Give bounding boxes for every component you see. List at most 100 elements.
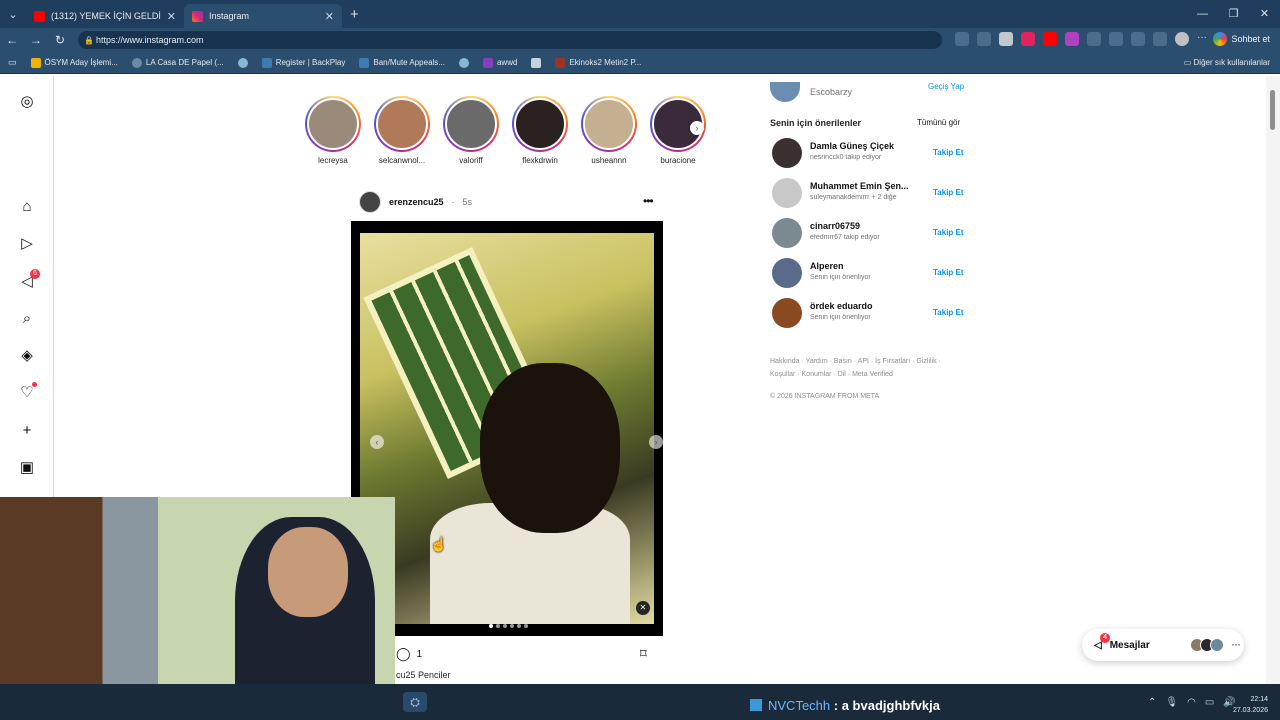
suggestion-name[interactable]: Damla Güneş Çiçek bbox=[810, 141, 920, 151]
microphone-icon[interactable]: 🎙 bbox=[1165, 697, 1178, 708]
current-profile[interactable]: Escobarzy bbox=[770, 82, 852, 102]
game-icon bbox=[555, 57, 566, 68]
collections-icon[interactable] bbox=[1153, 32, 1167, 46]
instagram-icon[interactable]: ◎ bbox=[18, 92, 36, 110]
chevron-up-icon[interactable]: ⌃ bbox=[1148, 697, 1156, 708]
bookmark-item[interactable]: Ban/Mute Appeals... bbox=[359, 57, 445, 68]
carousel-prev-button[interactable]: ‹ bbox=[370, 435, 384, 449]
suggestion-avatar[interactable] bbox=[772, 258, 802, 288]
extension-icon[interactable] bbox=[999, 32, 1013, 46]
lock-icon: 🔒 bbox=[84, 35, 94, 45]
post-caption: cu25 Penciler bbox=[396, 670, 451, 680]
home-icon[interactable]: ⌂ bbox=[18, 197, 36, 215]
favorites-icon[interactable] bbox=[1131, 32, 1145, 46]
story-item[interactable]: selcanwnol... bbox=[374, 96, 430, 165]
clock[interactable]: 22:14 27.03.2026 bbox=[1228, 694, 1268, 716]
suggestion-name[interactable]: ördek eduardo bbox=[810, 301, 920, 311]
suggestion-name[interactable]: cinarr06759 bbox=[810, 221, 920, 231]
suggestion-avatar[interactable] bbox=[772, 138, 802, 168]
photo-face bbox=[480, 363, 620, 533]
back-button[interactable]: ← bbox=[0, 33, 24, 47]
profile-avatar bbox=[770, 82, 800, 102]
dashboard-icon[interactable]: ▣ bbox=[18, 458, 36, 476]
bookmark-icon[interactable]: ⌑ bbox=[640, 646, 647, 662]
messages-button[interactable]: ◁ 4 Mesajlar ··· bbox=[1082, 629, 1244, 661]
bookmark-item[interactable] bbox=[531, 57, 542, 68]
post-time[interactable]: 5s bbox=[463, 197, 473, 207]
new-tab-button[interactable]: + bbox=[350, 6, 359, 23]
close-window-button[interactable]: ✕ bbox=[1249, 0, 1280, 28]
reels-icon[interactable]: ▷ bbox=[18, 234, 36, 252]
follow-button[interactable]: Takip Et bbox=[933, 308, 964, 317]
chat-label: Sohbet et bbox=[1231, 34, 1270, 44]
tab-label: Instagram bbox=[209, 11, 250, 21]
forward-button[interactable]: → bbox=[24, 33, 48, 47]
story-item[interactable]: lecreysa bbox=[305, 96, 361, 165]
extension-icon[interactable] bbox=[1021, 32, 1035, 46]
post-author-name[interactable]: erenzencu25 bbox=[389, 197, 444, 207]
bookmark-item[interactable]: ÖSYM Aday İşlemi... bbox=[30, 57, 118, 68]
carousel-next-button[interactable]: › bbox=[649, 435, 663, 449]
bookmark-item[interactable] bbox=[237, 57, 248, 68]
switch-account-link[interactable]: Geçiş Yap bbox=[928, 82, 964, 91]
stories-tray: lecreysa selcanwnol... valoriff flexkdrw… bbox=[305, 96, 706, 165]
tab-search-button[interactable]: ⌄ bbox=[0, 0, 26, 28]
stories-next-button[interactable]: › bbox=[690, 121, 704, 135]
close-icon[interactable]: ✕ bbox=[325, 10, 334, 23]
display-icon[interactable]: ▭ bbox=[1205, 697, 1214, 708]
follow-button[interactable]: Takip Et bbox=[933, 188, 964, 197]
extension-icon[interactable] bbox=[1109, 32, 1123, 46]
extension-icon[interactable] bbox=[1065, 32, 1079, 46]
other-bookmarks[interactable]: ▭ Diğer sık kullanılanlar bbox=[1184, 58, 1270, 67]
page-scrollbar[interactable] bbox=[1266, 76, 1280, 684]
footer-links-line[interactable]: Hakkında · Yardım · Basın · API · İş Fır… bbox=[770, 355, 970, 368]
bookmark-item[interactable]: awwd bbox=[482, 57, 517, 68]
copilot-chat-button[interactable]: Sohbet et bbox=[1213, 32, 1270, 46]
create-icon[interactable]: + bbox=[18, 421, 36, 439]
more-icon[interactable]: ··· bbox=[1197, 32, 1211, 46]
maximize-button[interactable]: ❐ bbox=[1218, 0, 1249, 28]
follow-button[interactable]: Takip Et bbox=[933, 228, 964, 237]
bookmark-item[interactable] bbox=[458, 57, 469, 68]
story-item[interactable]: usheannn bbox=[581, 96, 637, 165]
search-icon[interactable]: ⌕ bbox=[18, 309, 36, 327]
instagram-icon bbox=[458, 57, 469, 68]
story-item[interactable]: flexkdrwin bbox=[512, 96, 568, 165]
story-item[interactable]: valoriff bbox=[443, 96, 499, 165]
suggestion-avatar[interactable] bbox=[772, 178, 802, 208]
profile-avatar[interactable] bbox=[1175, 32, 1189, 46]
suggestion-avatar[interactable] bbox=[772, 298, 802, 328]
puzzle-icon[interactable] bbox=[1087, 32, 1101, 46]
see-all-link[interactable]: Tümünü gör bbox=[917, 118, 960, 127]
suggestion-avatar[interactable] bbox=[772, 218, 802, 248]
close-icon[interactable]: ✕ bbox=[167, 10, 176, 23]
suggestion-name[interactable]: Alperen bbox=[810, 261, 920, 271]
bookmark-item[interactable]: Register | BackPlay bbox=[261, 57, 345, 68]
post-media[interactable]: ‹ › ✕ bbox=[351, 221, 663, 636]
refresh-button[interactable]: ↻ bbox=[48, 33, 72, 47]
story-avatar bbox=[514, 98, 566, 150]
footer-links-line[interactable]: Koşullar · Konumlar · Dil · Meta Verifie… bbox=[770, 368, 970, 381]
follow-button[interactable]: Takip Et bbox=[933, 148, 964, 157]
bookmark-item[interactable]: Ekinoks2 Metin2 P... bbox=[555, 57, 641, 68]
follow-button[interactable]: Takip Et bbox=[933, 268, 964, 277]
steam-icon[interactable]: ⛭ bbox=[403, 692, 427, 712]
minimize-button[interactable]: — bbox=[1187, 0, 1218, 28]
bookmark-icon[interactable]: ▭ bbox=[8, 57, 17, 68]
app-icon[interactable] bbox=[955, 32, 969, 46]
tab-youtube[interactable]: (1312) YEMEK İÇİN GELDİK, EVE AL... ✕ bbox=[26, 4, 184, 28]
wifi-icon[interactable]: ◠ bbox=[1187, 697, 1196, 708]
explore-icon[interactable]: ◈ bbox=[18, 346, 36, 364]
youtube-extension-icon[interactable] bbox=[1043, 32, 1057, 46]
taskbar: ⛭ NVCTechh : a bvadjghbfvkja ⌃ 🎙 ◠ ▭ 🔊 2… bbox=[0, 684, 1280, 720]
post-author-avatar[interactable] bbox=[359, 191, 381, 213]
bookmark-item[interactable]: LA Casa DE Papel (... bbox=[131, 57, 224, 68]
scrollbar-thumb[interactable] bbox=[1270, 90, 1275, 130]
suggestion-name[interactable]: Muhammet Emin Şen... bbox=[810, 181, 920, 191]
address-bar[interactable]: 🔒 https://www.instagram.com bbox=[78, 31, 942, 49]
favorite-star-icon[interactable] bbox=[977, 32, 991, 46]
more-icon[interactable]: ••• bbox=[643, 194, 654, 208]
mute-icon[interactable]: ✕ bbox=[636, 601, 650, 615]
tab-instagram[interactable]: Instagram ✕ bbox=[184, 4, 342, 28]
comment-icon[interactable]: ◯ bbox=[396, 646, 411, 662]
